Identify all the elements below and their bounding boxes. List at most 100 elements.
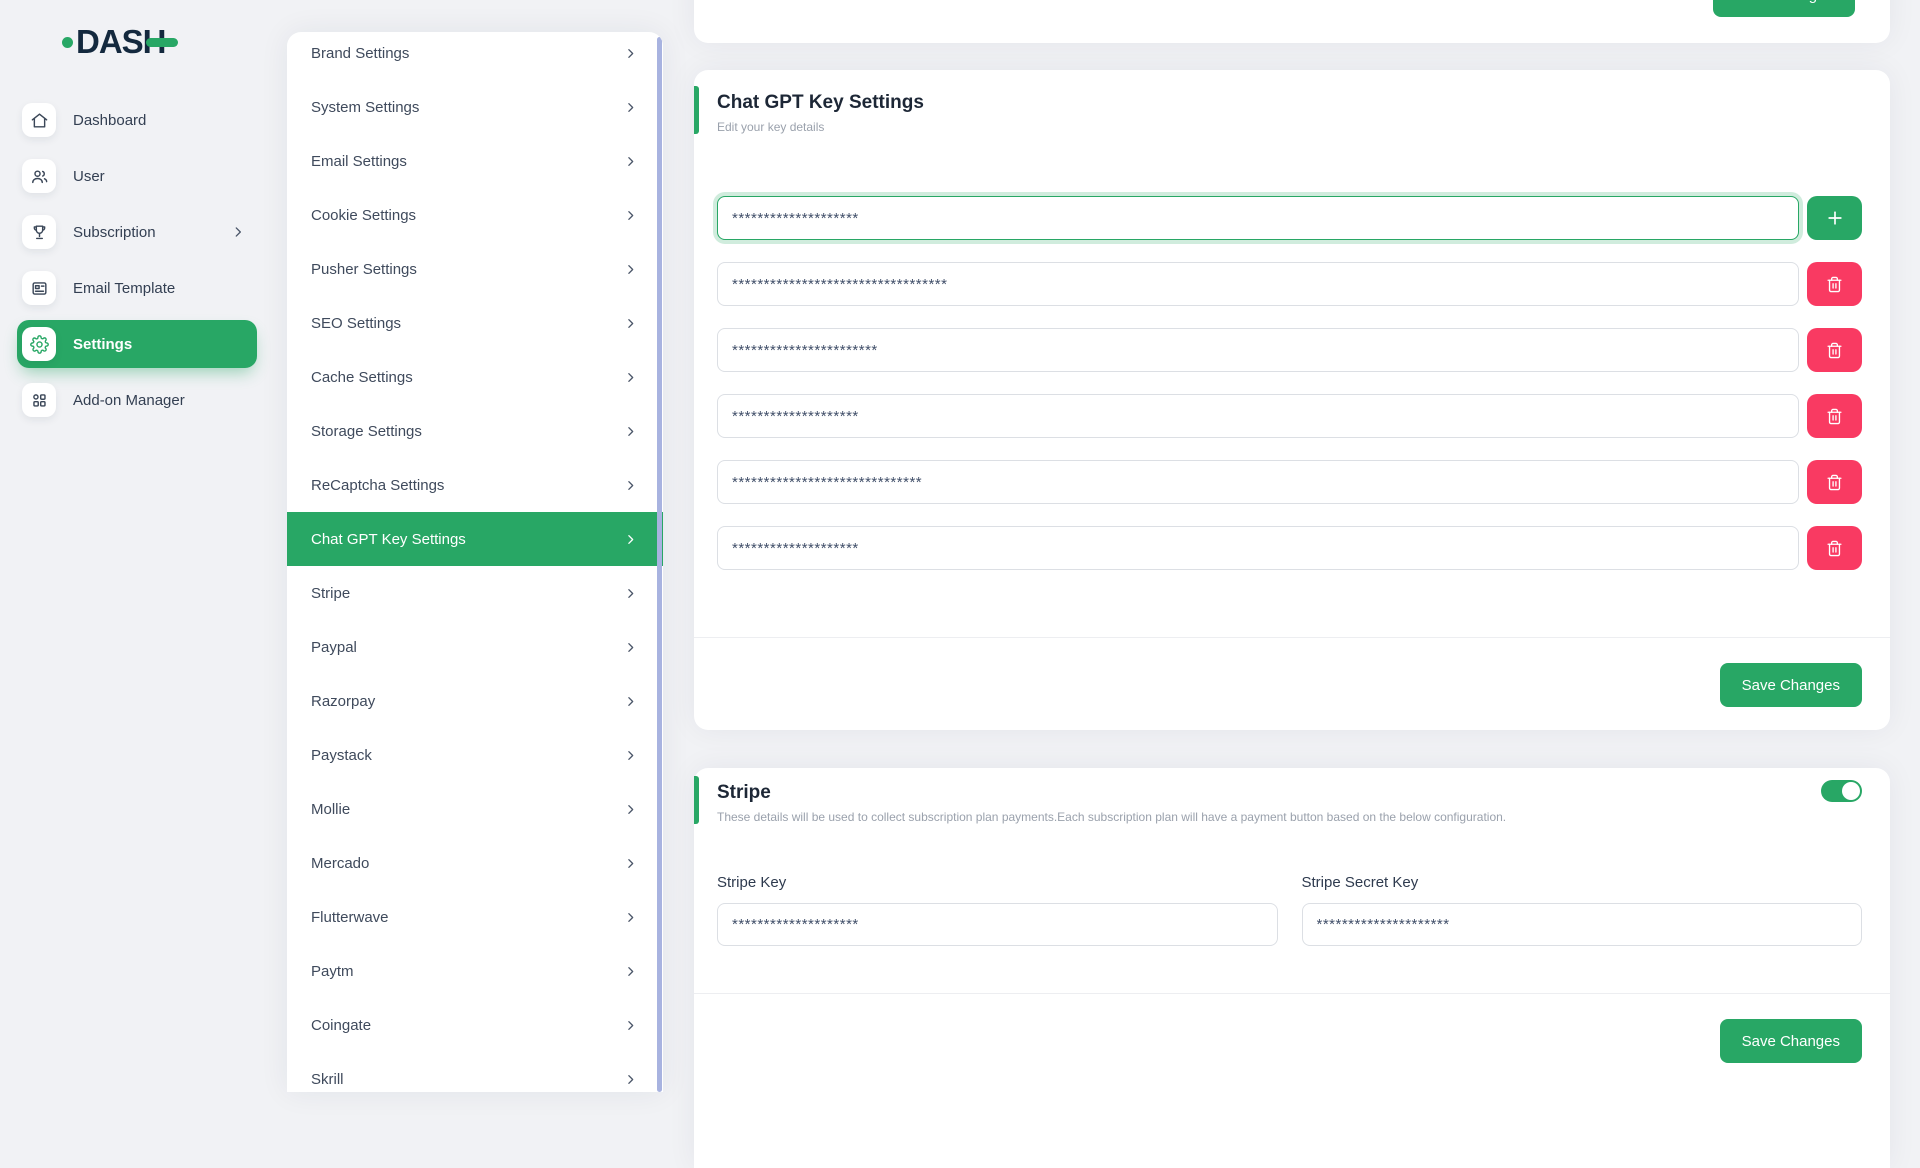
settings-nav-flutterwave[interactable]: Flutterwave (287, 890, 663, 944)
delete-key-button[interactable] (1807, 394, 1862, 438)
sidebar-item-subscription[interactable]: Subscription (17, 208, 257, 256)
settings-nav-stripe[interactable]: Stripe (287, 566, 663, 620)
api-key-input-3[interactable] (717, 328, 1799, 372)
settings-nav-pusher[interactable]: Pusher Settings (287, 242, 663, 296)
settings-nav-email[interactable]: Email Settings (287, 134, 663, 188)
delete-key-button[interactable] (1807, 460, 1862, 504)
card-footer: Save Changes (694, 637, 1890, 730)
trash-icon (1826, 408, 1843, 425)
settings-nav-label: Mollie (311, 801, 350, 818)
settings-nav-cache[interactable]: Cache Settings (287, 350, 663, 404)
chevron-right-icon (624, 1019, 637, 1032)
sidebar-item-addon-manager[interactable]: Add-on Manager (17, 376, 257, 424)
trash-icon (1826, 474, 1843, 491)
sidebar-item-label: Add-on Manager (73, 392, 185, 409)
stripe-enabled-toggle[interactable] (1821, 780, 1862, 802)
chevron-right-icon (624, 695, 637, 708)
settings-nav-system[interactable]: System Settings (287, 80, 663, 134)
api-key-row (717, 526, 1862, 570)
sidebar-item-label: User (73, 168, 105, 185)
chevron-right-icon (231, 225, 245, 239)
settings-nav-razorpay[interactable]: Razorpay (287, 674, 663, 728)
sidebar-item-label: Email Template (73, 280, 175, 297)
settings-nav-mollie[interactable]: Mollie (287, 782, 663, 836)
stripe-settings-card: Stripe These details will be used to col… (694, 768, 1890, 1168)
sidebar-item-label: Dashboard (73, 112, 146, 129)
settings-nav-mercado[interactable]: Mercado (287, 836, 663, 890)
api-key-row (717, 196, 1862, 240)
stripe-key-field-group: Stripe Key (717, 874, 1278, 946)
field-label: Stripe Secret Key (1302, 874, 1863, 891)
settings-nav-label: Stripe (311, 585, 350, 602)
add-key-button[interactable] (1807, 196, 1862, 240)
sidebar-item-email-template[interactable]: Email Template (17, 264, 257, 312)
settings-nav-storage[interactable]: Storage Settings (287, 404, 663, 458)
settings-nav-seo[interactable]: SEO Settings (287, 296, 663, 350)
chatgpt-key-settings-card: Chat GPT Key Settings Edit your key deta… (694, 70, 1890, 730)
settings-nav-label: Storage Settings (311, 423, 422, 440)
logo-dash-icon (146, 38, 178, 47)
chevron-right-icon (624, 479, 637, 492)
settings-nav-label: SEO Settings (311, 315, 401, 332)
chevron-right-icon (624, 803, 637, 816)
gear-icon (22, 327, 56, 361)
sidebar-item-dashboard[interactable]: Dashboard (17, 96, 257, 144)
card-accent-bar (694, 86, 699, 134)
api-key-input-5[interactable] (717, 460, 1799, 504)
main-content: Save Changes Chat GPT Key Settings Edit … (694, 0, 1890, 1080)
chevron-right-icon (624, 317, 637, 330)
settings-nav-recaptcha[interactable]: ReCaptcha Settings (287, 458, 663, 512)
chevron-right-icon (624, 209, 637, 222)
home-icon (22, 103, 56, 137)
chevron-right-icon (624, 425, 637, 438)
settings-nav-label: Paytm (311, 963, 354, 980)
api-key-input-4[interactable] (717, 394, 1799, 438)
stripe-key-input[interactable] (717, 903, 1278, 946)
api-key-row (717, 460, 1862, 504)
settings-nav-coingate[interactable]: Coingate (287, 998, 663, 1052)
save-button[interactable]: Save Changes (1720, 663, 1862, 707)
settings-nav-panel: Brand Settings System Settings Email Set… (287, 32, 663, 1092)
card-header: Chat GPT Key Settings Edit your key deta… (694, 70, 1890, 134)
card-subtitle: Edit your key details (717, 120, 1862, 134)
save-button[interactable]: Save Changes (1713, 0, 1855, 17)
chevron-right-icon (624, 1073, 637, 1086)
api-key-row (717, 262, 1862, 306)
trash-icon (1826, 540, 1843, 557)
settings-nav-paytm[interactable]: Paytm (287, 944, 663, 998)
save-button[interactable]: Save Changes (1720, 1019, 1862, 1063)
sidebar-item-label: Settings (73, 336, 132, 353)
settings-nav-cookie[interactable]: Cookie Settings (287, 188, 663, 242)
card-title: Stripe (717, 782, 1862, 804)
stripe-secret-key-input[interactable] (1302, 903, 1863, 946)
delete-key-button[interactable] (1807, 526, 1862, 570)
trash-icon (1826, 342, 1843, 359)
trophy-icon (22, 215, 56, 249)
api-key-input-6[interactable] (717, 526, 1799, 570)
sidebar-item-user[interactable]: User (17, 152, 257, 200)
app-logo[interactable]: DASH (62, 22, 178, 62)
chevron-right-icon (624, 533, 637, 546)
delete-key-button[interactable] (1807, 328, 1862, 372)
api-key-input-1[interactable] (717, 196, 1799, 240)
chevron-right-icon (624, 857, 637, 870)
settings-nav-chatgpt[interactable]: Chat GPT Key Settings (287, 512, 663, 566)
settings-nav-paystack[interactable]: Paystack (287, 728, 663, 782)
sidebar-item-label: Subscription (73, 224, 156, 241)
delete-key-button[interactable] (1807, 262, 1862, 306)
settings-nav-label: Coingate (311, 1017, 371, 1034)
chevron-right-icon (624, 263, 637, 276)
api-key-row (717, 328, 1862, 372)
settings-nav-paypal[interactable]: Paypal (287, 620, 663, 674)
chevron-right-icon (624, 371, 637, 384)
settings-nav-brand[interactable]: Brand Settings (287, 32, 663, 80)
chevron-right-icon (624, 749, 637, 762)
settings-nav-skrill[interactable]: Skrill (287, 1052, 663, 1092)
settings-nav-scrollbar[interactable] (657, 37, 662, 1092)
sidebar-item-settings[interactable]: Settings (17, 320, 257, 368)
chevron-right-icon (624, 155, 637, 168)
main-nav: Dashboard User Subscription Email Templa… (17, 96, 257, 432)
api-key-input-2[interactable] (717, 262, 1799, 306)
settings-nav-label: Cache Settings (311, 369, 413, 386)
settings-nav-label: Chat GPT Key Settings (311, 531, 466, 548)
